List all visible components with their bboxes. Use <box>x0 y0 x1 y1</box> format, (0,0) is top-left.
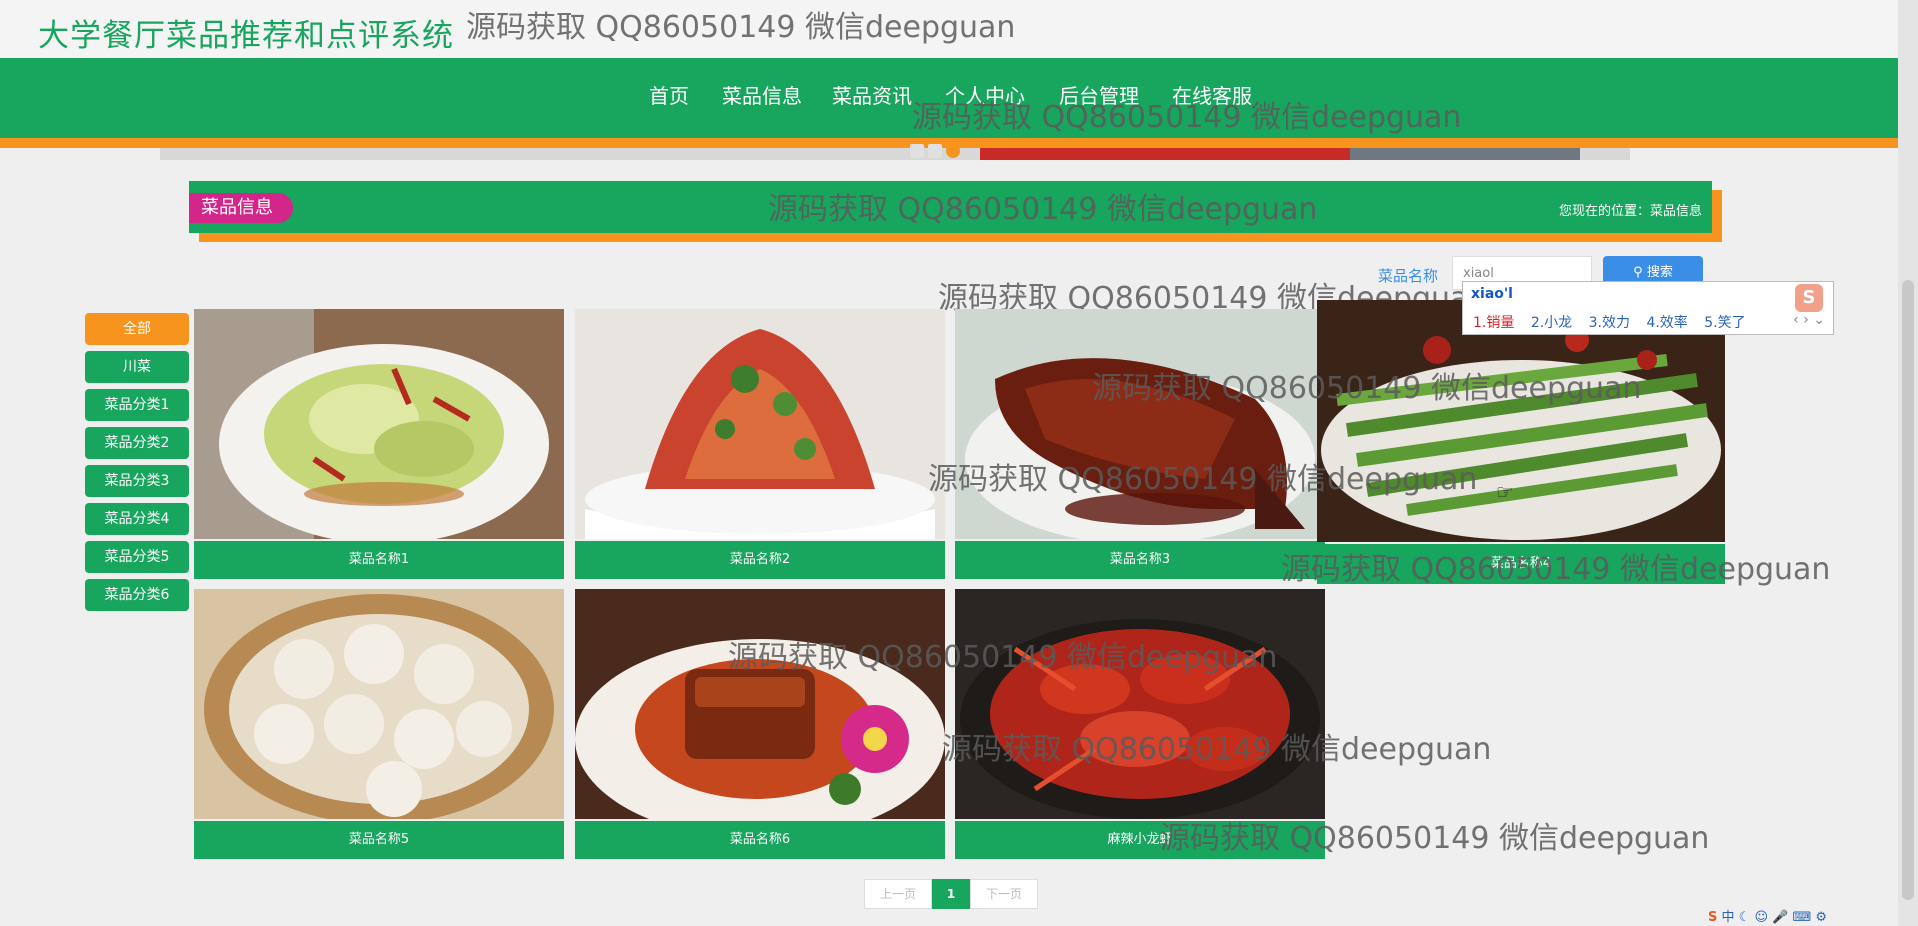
ime-candidate[interactable]: 1.销量 <box>1473 315 1514 331</box>
braised-pork-image <box>575 589 945 819</box>
watermark-text: 源码获取 QQ86050149 微信deepguan <box>466 10 1016 45</box>
watermark-text: 源码获取 QQ86050149 微信deepguan <box>942 732 1492 767</box>
dish-name: 菜品名称3 <box>955 541 1325 579</box>
watermark-text: 源码获取 QQ86050149 微信deepguan <box>928 462 1478 497</box>
ime-candidate-popup: xiao'l S 1.销量 2.小龙 3.效力 4.效率 5.笑了 ‹ › ⌄ <box>1462 281 1834 335</box>
dish-name: 菜品名称6 <box>575 821 945 859</box>
ime-page-arrows[interactable]: ‹ › ⌄ <box>1793 312 1825 328</box>
watermark-text: 源码获取 QQ86050149 微信deepguan <box>768 192 1318 227</box>
ime-candidate[interactable]: 2.小龙 <box>1531 315 1572 331</box>
watermark-text: 源码获取 QQ86050149 微信deepguan <box>728 640 1278 675</box>
watermark-text: 源码获取 QQ86050149 微信deepguan <box>912 100 1462 135</box>
dish-card[interactable]: 菜品名称2 <box>575 309 945 579</box>
carousel-dot[interactable] <box>910 144 924 158</box>
ime-candidate-list: 1.销量 2.小龙 3.效力 4.效率 5.笑了 <box>1473 312 1758 332</box>
nav-news[interactable]: 菜品资讯 <box>832 80 912 109</box>
spicy-salad-image <box>575 309 945 539</box>
pagination-prev[interactable]: 上一页 <box>864 879 932 909</box>
cabbage-dish-image <box>194 309 564 539</box>
category-2[interactable]: 菜品分类2 <box>85 427 189 459</box>
breadcrumb: 您现在的位置：菜品信息 <box>1558 204 1702 219</box>
watermark-text: 源码获取 QQ86050149 微信deepguan <box>1160 821 1710 856</box>
watermark-text: 源码获取 QQ86050149 微信deepguan <box>1092 371 1642 406</box>
ime-toolbar-icons[interactable]: ☾ ☺ 🎤 ⌨ ⚙ <box>1739 910 1827 925</box>
nav-dishes[interactable]: 菜品信息 <box>722 80 802 109</box>
pagination-current-page[interactable]: 1 <box>932 879 970 909</box>
ime-status-bar: S 中 ☾ ☺ 🎤 ⌨ ⚙ <box>1708 906 1898 926</box>
carousel-dot-active[interactable] <box>946 144 960 158</box>
section-title: 菜品信息 <box>189 193 293 223</box>
nav-home[interactable]: 首页 <box>649 80 689 109</box>
category-5[interactable]: 菜品分类5 <box>85 541 189 573</box>
sogou-ime-icon[interactable]: S <box>1708 910 1717 925</box>
crayfish-image <box>955 589 1325 819</box>
ime-candidate[interactable]: 5.笑了 <box>1704 315 1745 331</box>
hand-cursor-icon: ☞ <box>1496 480 1514 504</box>
dish-name: 菜品名称2 <box>575 541 945 579</box>
ime-language[interactable]: 中 <box>1722 910 1735 925</box>
dish-card[interactable]: 菜品名称3 <box>955 309 1325 579</box>
dish-card-hovered[interactable]: 菜品名称4 <box>1317 300 1725 584</box>
site-title[interactable]: 大学餐厅菜品推荐和点评系统 <box>38 10 454 55</box>
carousel-dot[interactable] <box>928 144 942 158</box>
green-beans-image <box>1317 300 1725 542</box>
category-sichuan[interactable]: 川菜 <box>85 351 189 383</box>
dish-name: 菜品名称1 <box>194 541 564 579</box>
ime-composition: xiao'l <box>1471 286 1513 302</box>
banner-image <box>1350 148 1580 160</box>
watermark-text: 源码获取 QQ86050149 微信deepguan <box>1281 552 1831 587</box>
category-4[interactable]: 菜品分类4 <box>85 503 189 535</box>
pagination-next[interactable]: 下一页 <box>970 879 1038 909</box>
dish-card[interactable]: 菜品名称1 <box>194 309 564 579</box>
dish-card[interactable]: 菜品名称6 <box>575 589 945 859</box>
search-button-label: 搜索 <box>1646 265 1673 280</box>
sogou-ime-icon: S <box>1795 284 1823 312</box>
category-1[interactable]: 菜品分类1 <box>85 389 189 421</box>
scrollbar-thumb[interactable] <box>1902 280 1914 900</box>
dish-name: 菜品名称5 <box>194 821 564 859</box>
category-3[interactable]: 菜品分类3 <box>85 465 189 497</box>
braised-fish-image <box>955 309 1325 539</box>
banner-carousel <box>160 148 1630 160</box>
carousel-indicators <box>910 143 964 162</box>
search-icon: ⚲ <box>1633 265 1643 280</box>
category-6[interactable]: 菜品分类6 <box>85 579 189 611</box>
page-scrollbar[interactable] <box>1898 0 1918 926</box>
dish-card[interactable]: 菜品名称5 <box>194 589 564 859</box>
category-all[interactable]: 全部 <box>85 313 189 345</box>
soup-dumplings-image <box>194 589 564 819</box>
ime-candidate[interactable]: 4.效率 <box>1646 315 1687 331</box>
ime-candidate[interactable]: 3.效力 <box>1589 315 1630 331</box>
